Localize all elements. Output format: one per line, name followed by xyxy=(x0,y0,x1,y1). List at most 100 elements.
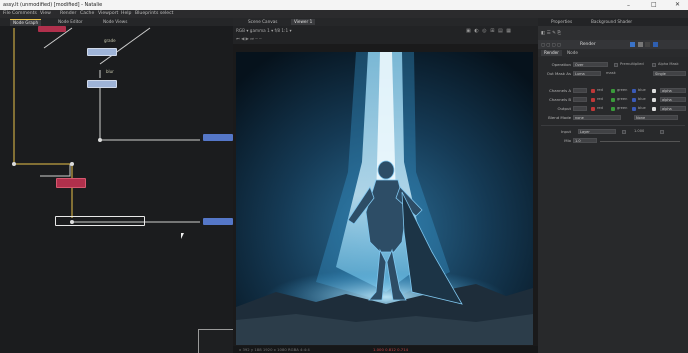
input-lock-checkbox[interactable] xyxy=(622,129,626,134)
tab-render[interactable]: Render xyxy=(541,50,562,56)
viewer-toolbar-controls[interactable]: RGB ▾ gamma 1 ▾ f/8 1:1 ▾ xyxy=(236,28,292,33)
channels-a-green-toggle[interactable] xyxy=(611,88,615,93)
menu-view[interactable]: View xyxy=(40,11,51,16)
prop-label-channels-b: Channels B xyxy=(549,97,571,102)
channels-a-red-toggle[interactable] xyxy=(591,88,595,93)
minimize-icon[interactable]: – xyxy=(627,2,630,9)
outmask-mode-select[interactable]: Single xyxy=(653,71,686,76)
swatch-gray-icon[interactable] xyxy=(637,42,643,47)
menu-file[interactable]: File xyxy=(3,11,11,16)
menu-viewport[interactable]: Viewport xyxy=(98,11,118,16)
properties-toolbar: ◧ ☰ ✎ ⎘ xyxy=(538,26,688,40)
channels-b-select[interactable] xyxy=(573,97,587,102)
viewer-status-bar: x 392 y 188 1920 x 1080 RGBA 4:4:4 1.000… xyxy=(233,346,538,353)
prop-row-outmask: Out Mask As Luma mask Single xyxy=(538,70,688,78)
node-merge-caption: blur xyxy=(106,69,114,74)
premultiplied-label: Premultiplied xyxy=(620,62,644,66)
tab-viewer[interactable]: Viewer 1 xyxy=(291,19,316,25)
viewer-image[interactable] xyxy=(236,52,533,345)
node-minimap[interactable] xyxy=(198,329,233,353)
panel-toggle-icons[interactable]: ▢ ▢ ▢ ▢ xyxy=(541,42,561,47)
node-dot-2[interactable] xyxy=(12,162,16,166)
menu-render[interactable]: Render xyxy=(60,11,76,16)
node-title: Render xyxy=(580,42,596,47)
swatch-blue2-icon[interactable] xyxy=(652,42,658,47)
menu-blueprints[interactable]: Blueprints select xyxy=(135,11,173,16)
mix-slider[interactable] xyxy=(600,141,680,142)
close-icon[interactable]: ✕ xyxy=(675,1,680,8)
channels-b-green-label: green xyxy=(617,97,628,101)
window-title-bar: assy.lt (unmodified) [modified] - Natali… xyxy=(0,0,688,10)
properties-tool-icons[interactable]: ◧ ☰ ✎ ⎘ xyxy=(541,30,561,36)
blend-mode-select[interactable]: None xyxy=(634,115,678,120)
output-select[interactable] xyxy=(573,106,587,111)
prop-label-outmask: Out Mask As xyxy=(546,71,571,76)
tab-node[interactable]: Node xyxy=(564,50,581,56)
outmask-select[interactable]: Luma xyxy=(573,71,601,76)
channels-b-green-toggle[interactable] xyxy=(611,97,615,102)
node-color-swatches[interactable] xyxy=(630,42,658,49)
channels-a-blue-label: blue xyxy=(638,88,646,92)
node-right-blue-2[interactable] xyxy=(203,218,233,225)
menu-cache[interactable]: Cache xyxy=(80,11,94,16)
node-merge[interactable] xyxy=(87,80,117,88)
prop-row-mix: Mix 1.0 xyxy=(538,137,688,145)
channels-b-blue-toggle[interactable] xyxy=(632,97,636,102)
tab-background-shader[interactable]: Background Shader xyxy=(588,19,635,25)
input-select[interactable]: Layer xyxy=(578,129,616,134)
viewer-tabs: Scene Canvas Viewer 1 xyxy=(233,18,538,26)
node-top-red[interactable] xyxy=(38,26,66,32)
menu-comments[interactable]: Comments xyxy=(12,11,37,16)
prop-row-output: Output red green blue alpha xyxy=(538,105,688,113)
node-write-selected[interactable] xyxy=(55,216,145,226)
node-right-blue-1[interactable] xyxy=(203,134,233,141)
viewer-toolbar: RGB ▾ gamma 1 ▾ f/8 1:1 ▾ ▣ ◐ ◎ ⊞ ▤ ▦ ⏮ … xyxy=(233,26,538,44)
channels-a-alpha-toggle[interactable] xyxy=(652,88,656,93)
menu-help[interactable]: Help xyxy=(121,11,131,16)
blend-select[interactable]: none xyxy=(573,115,621,120)
channels-a-select[interactable] xyxy=(573,88,587,93)
render-preview xyxy=(236,52,533,345)
viewer-playback-icons[interactable]: ⏮ ◀ ▶ ⏭ ─ ─ xyxy=(236,36,262,41)
channels-a-alpha-field[interactable]: alpha xyxy=(660,88,686,93)
properties-tabs: Properties Background Shader xyxy=(538,18,688,26)
input-second-value: 1.000 xyxy=(634,129,645,133)
channels-b-blue-label: blue xyxy=(638,97,646,101)
input-mix-checkbox[interactable] xyxy=(660,129,664,134)
premultiplied-checkbox[interactable] xyxy=(614,62,618,67)
channels-b-alpha-toggle[interactable] xyxy=(652,97,656,102)
alpha-mask-label: Alpha Mask xyxy=(658,62,679,66)
output-alpha-field[interactable]: alpha xyxy=(660,106,686,111)
node-dot-3[interactable] xyxy=(70,162,74,166)
output-blue-label: blue xyxy=(638,106,646,110)
node-connections xyxy=(13,27,200,223)
swatch-dark-icon[interactable] xyxy=(645,42,651,47)
output-red-label: red xyxy=(597,106,603,110)
channels-b-red-toggle[interactable] xyxy=(591,97,595,102)
tab-scene-canvas[interactable]: Scene Canvas xyxy=(245,19,280,25)
viewer-pixel-info: x 392 y 188 1920 x 1080 RGBA 4:4:4 xyxy=(239,347,310,352)
alpha-mask-checkbox[interactable] xyxy=(652,62,656,67)
node-editor-panel[interactable]: Node Graph Node Editor Node Views grade … xyxy=(0,18,233,353)
node-read[interactable] xyxy=(87,48,117,56)
tab-properties[interactable]: Properties xyxy=(548,19,575,25)
maximize-icon[interactable]: □ xyxy=(651,1,657,8)
node-dot-1[interactable] xyxy=(98,138,102,142)
node-red-selected[interactable] xyxy=(56,178,86,188)
channels-b-alpha-field[interactable]: alpha xyxy=(660,97,686,102)
output-green-toggle[interactable] xyxy=(611,106,615,111)
prop-row-channels-a: Channels A red green blue alpha xyxy=(538,87,688,95)
swatch-blue-icon[interactable] xyxy=(630,42,635,47)
output-alpha-toggle[interactable] xyxy=(652,106,656,111)
output-blue-toggle[interactable] xyxy=(632,106,636,111)
output-red-toggle[interactable] xyxy=(591,106,595,111)
node-title-bar: ▢ ▢ ▢ ▢ Render xyxy=(538,40,688,49)
viewer-tool-icons[interactable]: ▣ ◐ ◎ ⊞ ▤ ▦ xyxy=(466,28,512,34)
channels-a-blue-toggle[interactable] xyxy=(632,88,636,93)
mouse-cursor-icon xyxy=(181,233,184,239)
node-dot-4[interactable] xyxy=(70,220,74,224)
prop-label-input: Input xyxy=(560,129,571,134)
prop-row-channels-b: Channels B red green blue alpha xyxy=(538,96,688,104)
operation-select[interactable]: Over xyxy=(573,62,608,67)
mix-field[interactable]: 1.0 xyxy=(573,138,597,143)
